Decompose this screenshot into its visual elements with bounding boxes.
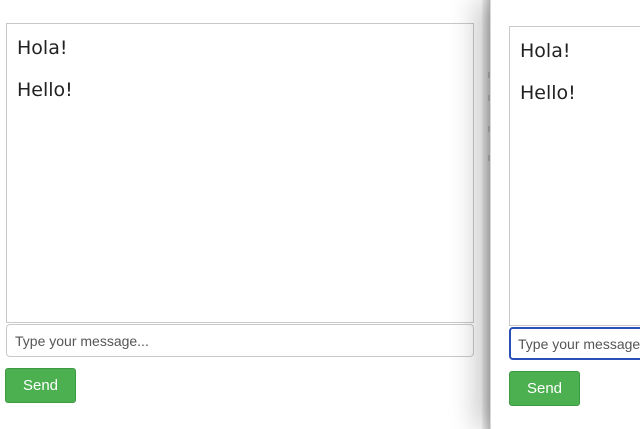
chat-window-left: Hola! Hello! Send [0,0,482,429]
send-button[interactable]: Send [509,371,580,406]
window-divider [482,0,490,429]
message-list: Hola! Hello! [6,23,474,323]
message-item: Hello! [520,82,576,104]
message-list: Hola! Hello! [509,26,640,326]
message-item: Hola! [520,40,571,62]
send-button[interactable]: Send [5,368,76,403]
message-input-focused[interactable] [509,327,640,360]
message-input[interactable] [6,324,474,357]
chat-window-right: Hola! Hello! Send [490,0,640,429]
message-item: Hello! [17,79,73,101]
message-item: Hola! [17,37,68,59]
